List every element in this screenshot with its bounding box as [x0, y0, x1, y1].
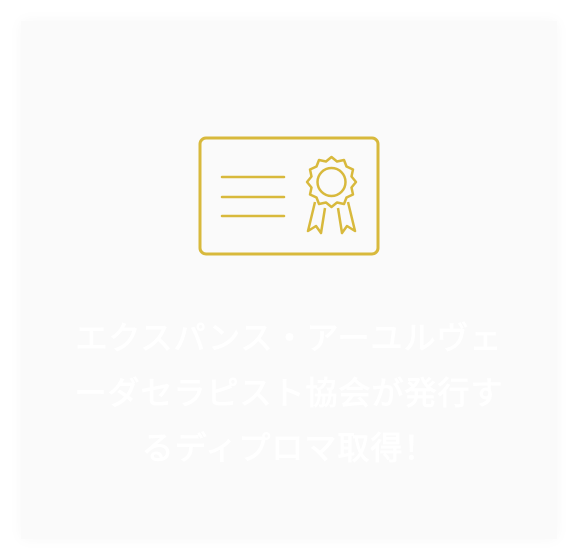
- certificate-icon: [198, 136, 380, 258]
- feature-card: エクスパンス・アーユルヴェーダセラピスト協会が発行するディプロマ取得！: [21, 21, 557, 539]
- card-heading: エクスパンス・アーユルヴェーダセラピスト協会が発行するディプロマ取得！: [74, 319, 504, 467]
